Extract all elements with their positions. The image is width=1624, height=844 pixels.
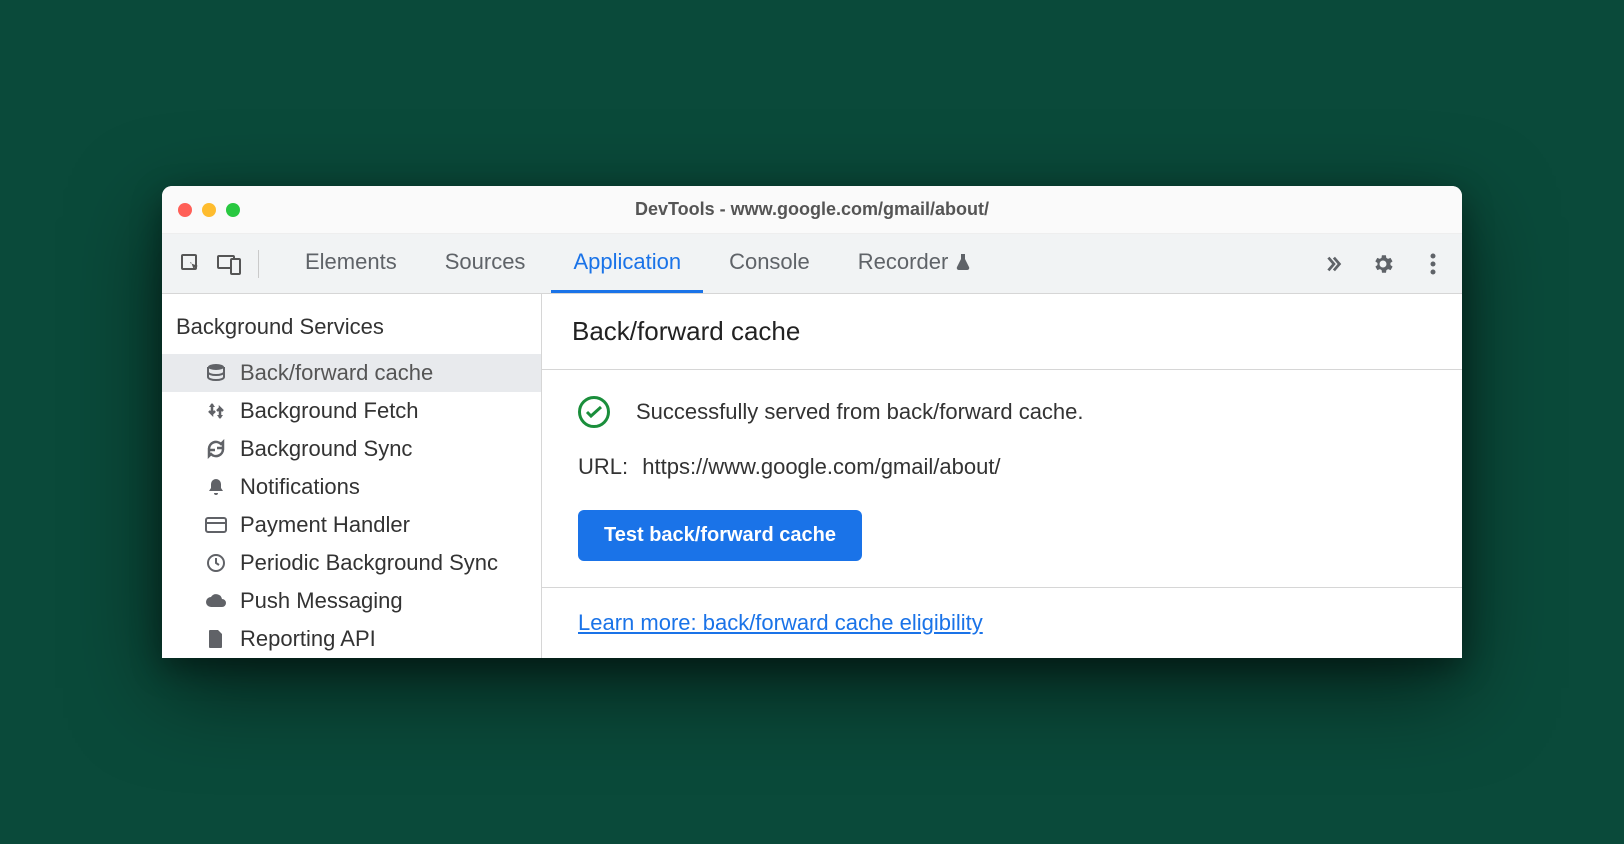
separator	[258, 250, 259, 278]
sidebar-item-background-sync[interactable]: Background Sync	[162, 430, 541, 468]
devtools-window: DevTools - www.google.com/gmail/about/ E…	[162, 186, 1462, 658]
sidebar-section-header: Background Services	[162, 308, 541, 354]
panel-title: Back/forward cache	[542, 294, 1462, 370]
status-row: Successfully served from back/forward ca…	[578, 396, 1426, 428]
tab-label: Application	[573, 249, 681, 275]
sidebar-item-notifications[interactable]: Notifications	[162, 468, 541, 506]
card-icon	[204, 516, 228, 534]
success-check-icon	[578, 396, 610, 428]
sidebar-item-periodic-sync[interactable]: Periodic Background Sync	[162, 544, 541, 582]
sidebar-item-label: Periodic Background Sync	[240, 550, 498, 576]
database-icon	[204, 363, 228, 383]
tab-label: Sources	[445, 249, 526, 275]
sidebar-item-payment-handler[interactable]: Payment Handler	[162, 506, 541, 544]
cloud-icon	[204, 593, 228, 609]
tab-label: Console	[729, 249, 810, 275]
sidebar: Background Services Back/forward cache B…	[162, 294, 542, 658]
minimize-window-button[interactable]	[202, 203, 216, 217]
sidebar-item-label: Notifications	[240, 474, 360, 500]
sidebar-item-label: Reporting API	[240, 626, 376, 652]
window-controls	[178, 203, 240, 217]
sidebar-item-label: Background Fetch	[240, 398, 419, 424]
titlebar: DevTools - www.google.com/gmail/about/	[162, 186, 1462, 234]
url-value: https://www.google.com/gmail/about/	[642, 454, 1000, 479]
sidebar-item-label: Back/forward cache	[240, 360, 433, 386]
learn-more-link[interactable]: Learn more: back/forward cache eligibili…	[578, 610, 983, 635]
test-bfcache-button[interactable]: Test back/forward cache	[578, 510, 862, 561]
learn-more-row: Learn more: back/forward cache eligibili…	[542, 588, 1462, 658]
tab-label: Recorder	[858, 249, 948, 275]
tab-elements[interactable]: Elements	[283, 234, 419, 293]
panel-body: Successfully served from back/forward ca…	[542, 370, 1462, 588]
sidebar-item-label: Background Sync	[240, 436, 412, 462]
sidebar-item-push-messaging[interactable]: Push Messaging	[162, 582, 541, 620]
clock-icon	[204, 553, 228, 573]
fetch-icon	[204, 401, 228, 421]
tab-recorder[interactable]: Recorder	[836, 234, 994, 293]
more-tabs-icon[interactable]	[1318, 249, 1348, 279]
panel-tabs: Elements Sources Application Console Rec…	[283, 234, 1310, 293]
tab-console[interactable]: Console	[707, 234, 832, 293]
bell-icon	[204, 477, 228, 497]
tab-sources[interactable]: Sources	[423, 234, 548, 293]
gear-icon[interactable]	[1368, 249, 1398, 279]
device-toggle-icon[interactable]	[214, 249, 244, 279]
sidebar-item-label: Push Messaging	[240, 588, 403, 614]
main-area: Background Services Back/forward cache B…	[162, 294, 1462, 658]
status-message: Successfully served from back/forward ca…	[636, 399, 1084, 425]
top-toolbar: Elements Sources Application Console Rec…	[162, 234, 1462, 294]
sidebar-item-bfcache[interactable]: Back/forward cache	[162, 354, 541, 392]
url-row: URL: https://www.google.com/gmail/about/	[578, 454, 1426, 480]
flask-icon	[954, 252, 972, 272]
content-panel: Back/forward cache Successfully served f…	[542, 294, 1462, 658]
url-label: URL:	[578, 454, 628, 479]
kebab-menu-icon[interactable]	[1418, 249, 1448, 279]
close-window-button[interactable]	[178, 203, 192, 217]
window-title: DevTools - www.google.com/gmail/about/	[162, 199, 1462, 220]
sync-icon	[204, 439, 228, 459]
sidebar-item-reporting-api[interactable]: Reporting API	[162, 620, 541, 658]
maximize-window-button[interactable]	[226, 203, 240, 217]
sidebar-item-label: Payment Handler	[240, 512, 410, 538]
inspect-element-icon[interactable]	[176, 249, 206, 279]
tab-application[interactable]: Application	[551, 234, 703, 293]
file-icon	[204, 629, 228, 649]
sidebar-item-background-fetch[interactable]: Background Fetch	[162, 392, 541, 430]
tab-label: Elements	[305, 249, 397, 275]
